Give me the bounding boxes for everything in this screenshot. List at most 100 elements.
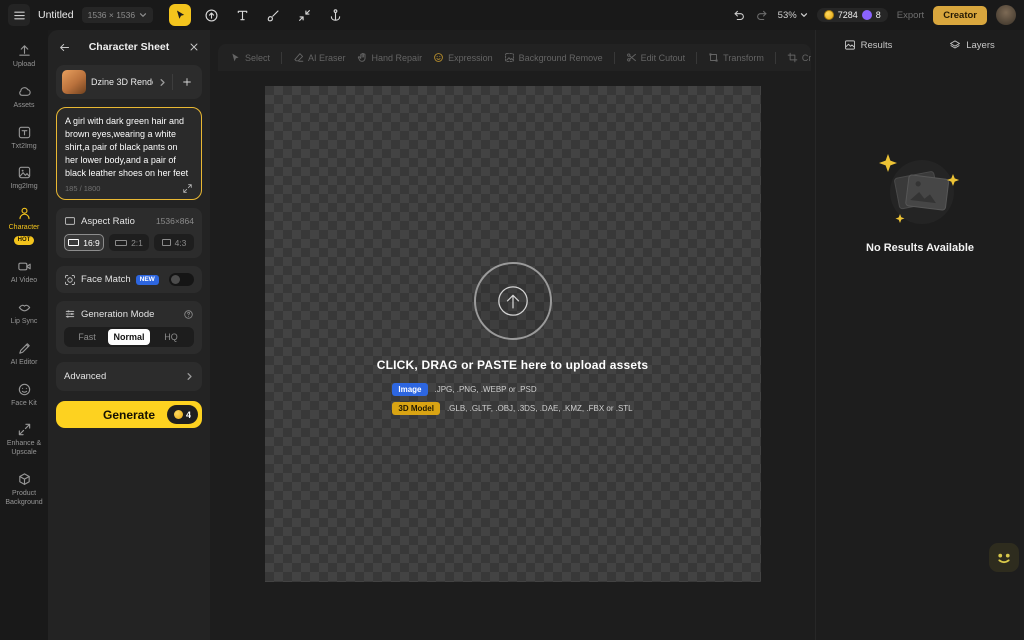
background-remove-icon <box>504 52 515 63</box>
no-results-illustration <box>875 152 965 230</box>
sidebar-item-ai-editor[interactable]: AI Editor <box>0 334 48 375</box>
aspect-ratio-options: 16:9 2:1 4:3 <box>64 234 194 251</box>
ratio-4-3-icon <box>162 239 171 246</box>
scissors-icon <box>626 52 637 63</box>
sidebar-item-upload[interactable]: Upload <box>0 36 48 77</box>
creator-button[interactable]: Creator <box>933 6 987 25</box>
sidebar-item-img2img[interactable]: Img2Img <box>0 158 48 199</box>
sidebar-item-enhance-upscale[interactable]: Enhance & Upscale <box>0 415 48 465</box>
sidebar-label: Enhance & Upscale <box>2 440 46 458</box>
sidebar-label: Character <box>9 224 40 233</box>
pen-tool-button[interactable] <box>262 4 284 26</box>
upload-target-button[interactable] <box>474 262 552 340</box>
canvas-size-dropdown[interactable]: 1536 × 1536 <box>82 7 154 23</box>
ratio-option-2-1[interactable]: 2:1 <box>109 234 149 251</box>
image-badge: Image <box>392 383 427 396</box>
canvas-dropzone[interactable]: CLICK, DRAG or PASTE here to upload asse… <box>265 86 761 582</box>
face-match-toggle[interactable] <box>169 273 194 286</box>
anchor-tool-button[interactable] <box>324 4 346 26</box>
expression-tool[interactable]: Expression <box>433 52 493 63</box>
tab-results[interactable]: Results <box>816 39 920 51</box>
select-cursor-icon <box>230 52 241 63</box>
sidebar-item-assets[interactable]: Assets <box>0 77 48 118</box>
divider <box>172 74 173 90</box>
edit-cutout-tool[interactable]: Edit Cutout <box>626 52 686 63</box>
model-formats-text: .GLB, .GLTF, .OBJ, .3DS, .DAE, .KMZ, .FB… <box>447 404 633 413</box>
face-icon <box>17 382 32 397</box>
ratio-option-16-9[interactable]: 16:9 <box>64 234 104 251</box>
edit-cutout-label: Edit Cutout <box>641 53 686 63</box>
prompt-editor[interactable]: A girl with dark green hair and brown ey… <box>56 107 202 200</box>
character-name: Dzine 3D Render ... <box>91 77 153 87</box>
background-remove-tool[interactable]: Background Remove <box>504 52 603 63</box>
sidebar-item-product-background[interactable]: Product Background <box>0 465 48 515</box>
sidebar-item-txt2img[interactable]: Txt2Img <box>0 118 48 159</box>
image-formats-text: .JPG, .PNG, .WEBP or .PSD <box>435 385 537 394</box>
empty-results-state: No Results Available <box>816 152 1024 254</box>
sidebar-item-character[interactable]: Character HOT <box>0 199 48 252</box>
mode-option-hq[interactable]: HQ <box>150 329 192 345</box>
upload-prompt-block: CLICK, DRAG or PASTE here to upload asse… <box>265 262 761 415</box>
crop-tool[interactable]: Crop <box>787 52 811 63</box>
resize-tool-button[interactable] <box>293 4 315 26</box>
hand-repair-tool[interactable]: Hand Repair <box>357 52 423 63</box>
zoom-dropdown[interactable]: 53% <box>778 10 808 21</box>
video-camera-icon <box>17 259 32 274</box>
ai-eraser-tool[interactable]: AI Eraser <box>293 52 346 63</box>
add-character-button[interactable] <box>178 73 196 91</box>
generate-button[interactable]: Generate 4 <box>56 401 202 428</box>
coin-icon <box>824 10 834 20</box>
text-tool-icon <box>235 8 250 23</box>
sidebar-item-face-kit[interactable]: Face Kit <box>0 375 48 416</box>
generate-cost-value: 4 <box>186 410 191 420</box>
chevron-down-icon <box>800 11 808 19</box>
face-match-card: Face Match NEW <box>56 266 202 293</box>
mode-option-normal[interactable]: Normal <box>108 329 150 345</box>
user-avatar[interactable] <box>996 5 1016 25</box>
character-avatar <box>62 70 86 94</box>
sliders-icon <box>64 308 76 320</box>
tool-group <box>169 4 346 26</box>
upload-icon <box>17 43 32 58</box>
help-button[interactable] <box>183 309 194 320</box>
fast-credits-count: 8 <box>876 10 881 20</box>
sidebar-label: Txt2Img <box>11 143 36 152</box>
canvas-size-value: 1536 × 1536 <box>88 10 136 20</box>
close-panel-button[interactable] <box>186 39 202 55</box>
main-menu-button[interactable] <box>8 4 30 26</box>
sidebar-label: Product Background <box>2 490 46 508</box>
select-tool[interactable]: Select <box>230 52 270 63</box>
background-remove-label: Background Remove <box>519 53 603 63</box>
hamburger-menu-icon <box>12 8 27 23</box>
ratio-option-4-3[interactable]: 4:3 <box>154 234 194 251</box>
chat-widget-button[interactable] <box>989 543 1019 572</box>
redo-button[interactable] <box>755 8 769 22</box>
export-button[interactable]: Export <box>897 10 924 21</box>
document-title[interactable]: Untitled <box>38 9 74 21</box>
back-button[interactable] <box>56 39 72 55</box>
sidebar-item-ai-video[interactable]: AI Video <box>0 252 48 293</box>
character-selector[interactable]: Dzine 3D Render ... <box>56 65 202 99</box>
sidebar-label: Img2Img <box>10 183 37 192</box>
sidebar-item-lip-sync[interactable]: Lip Sync <box>0 293 48 334</box>
tab-layers[interactable]: Layers <box>920 39 1024 51</box>
eraser-icon <box>293 52 304 63</box>
close-icon <box>188 41 200 53</box>
prompt-text[interactable]: A girl with dark green hair and brown ey… <box>65 115 193 180</box>
undo-button[interactable] <box>732 8 746 22</box>
advanced-label: Advanced <box>64 371 106 382</box>
text-tool-button[interactable] <box>231 4 253 26</box>
pointer-tool-button[interactable] <box>169 4 191 26</box>
mode-option-fast[interactable]: Fast <box>66 329 108 345</box>
fast-credit-icon <box>862 10 872 20</box>
transform-tool[interactable]: Transform <box>708 52 764 63</box>
no-results-text: No Results Available <box>866 242 974 254</box>
advanced-section-toggle[interactable]: Advanced <box>56 362 202 391</box>
upload-tool-button[interactable] <box>200 4 222 26</box>
lips-icon <box>17 300 32 315</box>
character-icon <box>17 206 32 221</box>
anchor-icon <box>328 8 343 23</box>
expand-prompt-button[interactable] <box>182 183 193 194</box>
credits-pill[interactable]: 7284 8 <box>817 8 888 22</box>
coin-icon <box>174 410 183 419</box>
